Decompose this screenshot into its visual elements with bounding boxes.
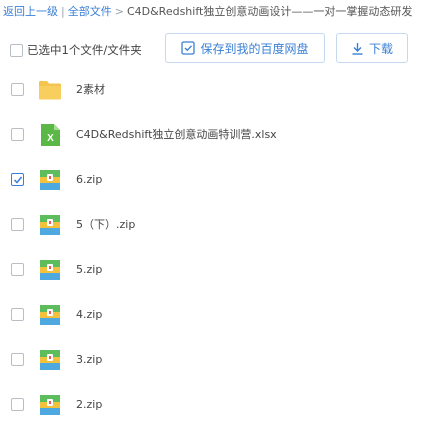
file-checkbox[interactable]: [11, 83, 24, 96]
excel-icon: X: [38, 123, 62, 147]
zip-icon: [38, 348, 62, 372]
current-folder-title: C4D&Redshift独立创意动画设计——一对一掌握动态研发: [126, 5, 413, 18]
file-checkbox[interactable]: [11, 398, 24, 411]
file-name[interactable]: C4D&Redshift独立创意动画特训营.xlsx: [76, 112, 277, 157]
save-icon: [181, 41, 196, 55]
file-name[interactable]: 3.zip: [76, 337, 102, 382]
folder-icon: [38, 78, 62, 102]
download-button-label: 下载: [368, 41, 393, 56]
svg-text:X: X: [47, 133, 54, 144]
zip-icon: [38, 213, 62, 237]
file-checkbox[interactable]: [11, 173, 24, 186]
file-checkbox[interactable]: [11, 353, 24, 366]
back-link[interactable]: 返回上一级: [3, 3, 58, 19]
checkmark-icon: [13, 176, 22, 184]
file-name[interactable]: 2素材: [76, 67, 105, 112]
file-checkbox[interactable]: [11, 263, 24, 276]
toolbar: 已选中1个文件/文件夹 保存到我的百度网盘 下载: [0, 33, 439, 63]
breadcrumb: 返回上一级 | 全部文件 > C4D&Redshift独立创意动画设计——一对一…: [0, 0, 439, 22]
file-checkbox[interactable]: [11, 308, 24, 321]
file-row[interactable]: 5.zip: [0, 247, 439, 292]
save-to-netdisk-button[interactable]: 保存到我的百度网盘: [165, 33, 325, 63]
file-checkbox[interactable]: [11, 218, 24, 231]
save-button-label: 保存到我的百度网盘: [200, 41, 309, 56]
all-files-link[interactable]: 全部文件: [68, 3, 112, 19]
select-all-control[interactable]: 已选中1个文件/文件夹: [10, 42, 142, 58]
file-name[interactable]: 4.zip: [76, 292, 102, 337]
file-row[interactable]: 6.zip: [0, 157, 439, 202]
download-button[interactable]: 下载: [336, 33, 408, 63]
file-row[interactable]: 3.zip: [0, 337, 439, 382]
file-name[interactable]: 6.zip: [76, 157, 102, 202]
breadcrumb-divider: |: [61, 4, 65, 18]
zip-icon: [38, 393, 62, 417]
file-row[interactable]: 2.zip: [0, 382, 439, 427]
file-list: 2素材 X C4D&Redshift独立创意动画特训营.xlsx 6.zip 5（下）.…: [0, 67, 439, 427]
selection-count-label: 已选中1个文件/文件夹: [27, 43, 142, 57]
file-checkbox[interactable]: [11, 128, 24, 141]
select-all-checkbox[interactable]: [10, 43, 23, 57]
zip-icon: [38, 303, 62, 327]
download-icon: [352, 42, 363, 55]
file-row[interactable]: 2素材: [0, 67, 439, 112]
file-row[interactable]: X C4D&Redshift独立创意动画特训营.xlsx: [0, 112, 439, 157]
file-row[interactable]: 5（下）.zip: [0, 202, 439, 247]
zip-icon: [38, 258, 62, 282]
breadcrumb-separator: >: [114, 4, 124, 18]
file-row[interactable]: 4.zip: [0, 292, 439, 337]
file-name[interactable]: 2.zip: [76, 382, 102, 427]
file-name[interactable]: 5.zip: [76, 247, 102, 292]
file-name[interactable]: 5（下）.zip: [76, 202, 135, 247]
zip-icon: [38, 168, 62, 192]
